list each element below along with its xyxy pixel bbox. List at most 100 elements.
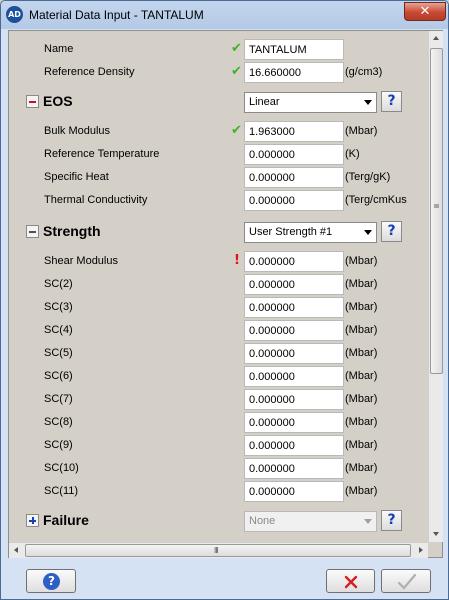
failure-model-select: None — [244, 511, 377, 532]
field-label: SC(4) — [44, 324, 73, 336]
field-row: SC(5) (Mbar) — [9, 343, 425, 365]
value-field[interactable] — [244, 274, 344, 295]
value-field[interactable] — [244, 39, 344, 60]
value-field[interactable] — [244, 435, 344, 456]
collapse-icon[interactable] — [26, 225, 39, 238]
field-label: SC(5) — [44, 347, 73, 359]
value-field[interactable] — [244, 190, 344, 211]
field-label: Reference Temperature — [44, 148, 160, 160]
grip-icon: ═ ═ — [434, 202, 439, 211]
field-label: SC(6) — [44, 370, 73, 382]
check-icon: ✔ — [231, 41, 242, 56]
unit-label: (K) — [345, 148, 360, 160]
strength-model-select[interactable]: User Strength #1 — [244, 222, 377, 243]
field-label: SC(7) — [44, 393, 73, 405]
field-row: Name ✔ — [9, 39, 425, 61]
collapse-icon[interactable] — [26, 95, 39, 108]
selected-value: User Strength #1 — [249, 226, 333, 238]
value-field[interactable] — [244, 481, 344, 502]
value-field[interactable] — [244, 121, 344, 142]
unit-label: (Mbar) — [345, 347, 378, 359]
section-failure-header: Failure None? — [9, 510, 425, 534]
cancel-button[interactable] — [326, 569, 375, 593]
value-field[interactable] — [244, 144, 344, 165]
form-content: Name ✔ Reference Density ✔ (g/cm3) EOS Linear?… — [9, 31, 425, 541]
grip-icon: III — [214, 546, 219, 555]
value-field[interactable] — [244, 458, 344, 479]
field-row: SC(11) (Mbar) — [9, 481, 425, 503]
field-label: Name — [44, 43, 74, 55]
field-row: Shear Modulus!(Mbar) — [9, 251, 425, 273]
horizontal-scrollbar[interactable]: III — [9, 542, 428, 558]
unit-label: (Mbar) — [345, 324, 378, 336]
scroll-left-arrow-icon[interactable] — [14, 547, 18, 553]
unit-label: (Mbar) — [345, 301, 378, 313]
help-button[interactable]: ? — [26, 569, 76, 593]
unit-label: (Mbar) — [345, 462, 378, 474]
field-label: SC(10) — [44, 462, 79, 474]
material-data-window: AD Material Data Input - TANTALUM ✕ Name… — [0, 0, 449, 600]
field-label: SC(11) — [44, 485, 79, 497]
help-icon[interactable]: ? — [381, 510, 402, 531]
field-label: SC(3) — [44, 301, 73, 313]
field-row: SC(9) (Mbar) — [9, 435, 425, 457]
title-bar[interactable]: AD Material Data Input - TANTALUM ✕ — [1, 1, 448, 29]
value-field[interactable] — [244, 320, 344, 341]
unit-label: (Mbar) — [345, 255, 378, 267]
form-panel: Name ✔ Reference Density ✔ (g/cm3) EOS Linear?… — [8, 30, 443, 558]
value-field[interactable] — [244, 251, 344, 272]
expand-icon[interactable] — [26, 514, 39, 527]
unit-label: (Terg/gK) — [345, 171, 391, 183]
value-field[interactable] — [244, 167, 344, 188]
help-icon[interactable]: ? — [381, 91, 402, 112]
value-field[interactable] — [244, 389, 344, 410]
horizontal-scroll-thumb[interactable]: III — [25, 544, 411, 557]
field-label: Thermal Conductivity — [44, 194, 148, 206]
field-row: SC(10) (Mbar) — [9, 458, 425, 480]
close-button[interactable]: ✕ — [404, 2, 446, 21]
field-label: Bulk Modulus — [44, 125, 111, 137]
ok-button[interactable] — [381, 569, 431, 593]
value-field[interactable] — [244, 412, 344, 433]
section-title: Strength — [43, 223, 101, 239]
unit-label: (Mbar) — [345, 370, 378, 382]
unit-label: (Mbar) — [345, 125, 378, 137]
field-label: Reference Density — [44, 66, 135, 78]
selected-value: Linear — [249, 96, 280, 108]
scroll-down-arrow-icon[interactable] — [429, 526, 444, 542]
scroll-right-arrow-icon[interactable] — [419, 547, 423, 553]
value-field[interactable] — [244, 297, 344, 318]
field-row: SC(3) (Mbar) — [9, 297, 425, 319]
section-strength-header: Strength User Strength #1? — [9, 221, 425, 245]
chevron-down-icon — [364, 100, 372, 105]
value-field[interactable] — [244, 343, 344, 364]
vertical-scrollbar[interactable]: ═ ═ — [428, 31, 443, 542]
unit-label: (Mbar) — [345, 393, 378, 405]
field-row: Thermal Conductivity (Terg/cmKus — [9, 190, 425, 212]
field-row: Bulk Modulus ✔ (Mbar) — [9, 121, 425, 143]
field-row: Specific Heat (Terg/gK) — [9, 167, 425, 189]
help-icon[interactable]: ? — [381, 221, 402, 242]
section-title: Failure — [43, 512, 89, 528]
check-icon: ✔ — [231, 64, 242, 79]
value-field[interactable] — [244, 366, 344, 387]
eos-model-select[interactable]: Linear — [244, 92, 377, 113]
help-icon: ? — [43, 573, 60, 590]
field-label: SC(8) — [44, 416, 73, 428]
field-label: SC(2) — [44, 278, 73, 290]
field-row: SC(4) (Mbar) — [9, 320, 425, 342]
field-row: SC(8) (Mbar) — [9, 412, 425, 434]
scroll-up-arrow-icon[interactable] — [429, 31, 444, 47]
checkmark-icon — [397, 573, 417, 590]
unit-label: (g/cm3) — [345, 66, 383, 78]
vertical-scroll-thumb[interactable]: ═ ═ — [430, 48, 443, 374]
check-icon: ✔ — [231, 123, 242, 138]
field-label: SC(9) — [44, 439, 73, 451]
field-label: Shear Modulus — [44, 255, 118, 267]
chevron-down-icon — [364, 519, 372, 524]
field-row: SC(6) (Mbar) — [9, 366, 425, 388]
selected-value: None — [249, 515, 276, 527]
unit-label: (Mbar) — [345, 485, 378, 497]
chevron-down-icon — [364, 230, 372, 235]
value-field[interactable] — [244, 62, 344, 83]
